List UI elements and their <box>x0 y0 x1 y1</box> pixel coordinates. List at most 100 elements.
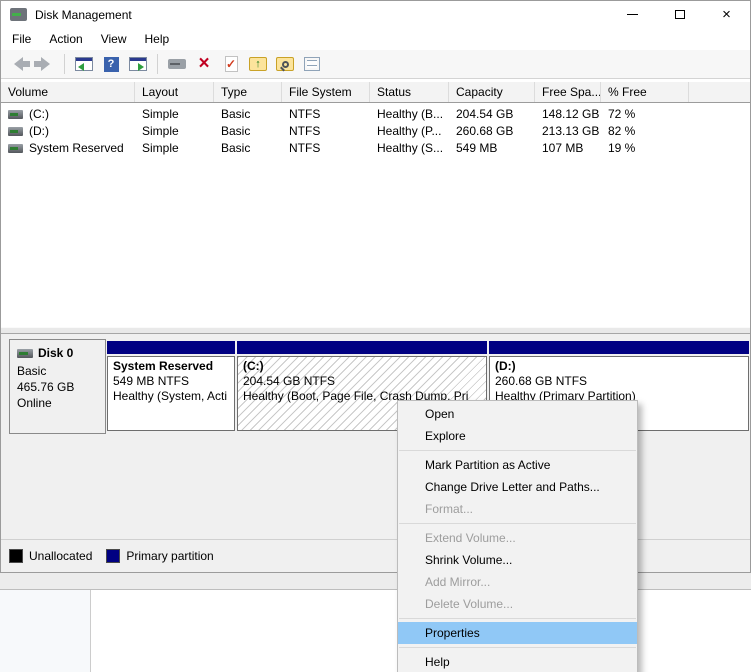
volume-icon <box>8 127 23 136</box>
cell-status: Healthy (B... <box>370 107 449 121</box>
menu-action[interactable]: Action <box>40 29 91 49</box>
back-button[interactable] <box>8 55 28 73</box>
cell-layout: Simple <box>135 107 214 121</box>
menu-separator <box>399 523 636 524</box>
cell-layout: Simple <box>135 124 214 138</box>
back-icon <box>14 57 23 71</box>
cell-free: 107 MB <box>535 141 601 155</box>
forward-button[interactable] <box>35 55 55 73</box>
menu-item-shrink-volume[interactable]: Shrink Volume... <box>398 549 637 571</box>
legend-label-primary: Primary partition <box>126 549 213 563</box>
cell-fs: NTFS <box>282 141 370 155</box>
mark-active-button[interactable]: ✓ <box>221 55 241 73</box>
disk-type: Basic <box>17 363 105 379</box>
table-row-c[interactable]: (C:) Simple Basic NTFS Healthy (B... 204… <box>1 105 750 122</box>
minimize-icon <box>627 14 638 15</box>
cell-pct: 72 % <box>601 107 689 121</box>
toolbar-separator <box>64 54 65 74</box>
folder-up-button[interactable]: ↑ <box>248 55 268 73</box>
cell-layout: Simple <box>135 141 214 155</box>
action-pane-icon <box>129 57 147 71</box>
col-file-system[interactable]: File System <box>282 82 370 102</box>
menu-help[interactable]: Help <box>136 29 179 49</box>
primary-partition-swatch <box>106 549 120 563</box>
menu-item-change-drive-letter[interactable]: Change Drive Letter and Paths... <box>398 476 637 498</box>
col-pct-free[interactable]: % Free <box>601 82 689 102</box>
maximize-button[interactable] <box>656 1 703 28</box>
cell-type: Basic <box>214 124 282 138</box>
drive-tool-button[interactable] <box>167 55 187 73</box>
menu-item-add-mirror: Add Mirror... <box>398 571 637 593</box>
window-title: Disk Management <box>35 8 132 22</box>
menu-item-delete-volume: Delete Volume... <box>398 593 637 615</box>
menu-item-help[interactable]: Help <box>398 651 637 672</box>
background-window <box>0 590 751 672</box>
disk-name: Disk 0 <box>38 345 73 361</box>
table-row-d[interactable]: (D:) Simple Basic NTFS Healthy (P... 260… <box>1 122 750 139</box>
col-capacity[interactable]: Capacity <box>449 82 535 102</box>
partition-context-menu: Open Explore Mark Partition as Active Ch… <box>397 400 638 672</box>
volume-name: (D:) <box>29 124 49 138</box>
volume-icon <box>8 110 23 119</box>
drive-tool-icon <box>168 59 186 69</box>
menubar: File Action View Help <box>1 28 750 50</box>
col-status[interactable]: Status <box>370 82 449 102</box>
partition-system-reserved[interactable]: System Reserved 549 MB NTFS Healthy (Sys… <box>107 341 235 441</box>
properties-button[interactable] <box>302 55 322 73</box>
menu-item-open[interactable]: Open <box>398 403 637 425</box>
partition-color-bar <box>237 341 487 354</box>
menu-item-properties[interactable]: Properties <box>398 622 637 644</box>
partition-color-bar <box>489 341 749 354</box>
close-button[interactable]: × <box>703 1 750 28</box>
partition-size: 204.54 GB NTFS <box>243 374 481 389</box>
menu-view[interactable]: View <box>92 29 136 49</box>
explore-button[interactable] <box>275 55 295 73</box>
menu-file[interactable]: File <box>3 29 40 49</box>
volume-rows: (C:) Simple Basic NTFS Healthy (B... 204… <box>1 103 750 156</box>
menu-item-explore[interactable]: Explore <box>398 425 637 447</box>
partition-status: Healthy (System, Acti <box>113 389 229 404</box>
window-controls: × <box>609 1 750 28</box>
cell-free: 148.12 GB <box>535 107 601 121</box>
disk-management-window: Disk Management × File Action View Help … <box>0 0 751 573</box>
cell-fs: NTFS <box>282 124 370 138</box>
properties-list-icon <box>304 57 320 71</box>
menu-separator <box>399 450 636 451</box>
toolbar-separator <box>157 54 158 74</box>
action-pane-button[interactable] <box>128 55 148 73</box>
table-row-system-reserved[interactable]: System Reserved Simple Basic NTFS Health… <box>1 139 750 156</box>
cell-pct: 19 % <box>601 141 689 155</box>
explore-folder-icon <box>276 57 294 71</box>
cell-status: Healthy (P... <box>370 124 449 138</box>
help-button[interactable]: ? <box>101 55 121 73</box>
disk-status: Online <box>17 395 105 411</box>
minimize-button[interactable] <box>609 1 656 28</box>
col-volume[interactable]: Volume <box>1 82 135 102</box>
titlebar[interactable]: Disk Management × <box>1 1 750 28</box>
toolbar: ? × ✓ ↑ <box>1 50 750 79</box>
col-free-space[interactable]: Free Spa... <box>535 82 601 102</box>
disk0-header[interactable]: Disk 0 Basic 465.76 GB Online <box>9 339 106 434</box>
volume-icon <box>8 144 23 153</box>
console-tree-button[interactable] <box>74 55 94 73</box>
folder-up-icon: ↑ <box>249 57 267 71</box>
close-icon: × <box>722 10 731 20</box>
delete-volume-icon: × <box>198 56 209 72</box>
menu-item-format: Format... <box>398 498 637 520</box>
disk-icon <box>17 349 33 358</box>
col-layout[interactable]: Layout <box>135 82 214 102</box>
delete-volume-button[interactable]: × <box>194 55 214 73</box>
cell-capacity: 549 MB <box>449 141 535 155</box>
col-type[interactable]: Type <box>214 82 282 102</box>
magnifier-icon <box>282 61 289 68</box>
partition-size: 549 MB NTFS <box>113 374 229 389</box>
cell-capacity: 204.54 GB <box>449 107 535 121</box>
disk-size: 465.76 GB <box>17 379 105 395</box>
cell-fs: NTFS <box>282 107 370 121</box>
pane-splitter[interactable] <box>1 327 750 334</box>
help-icon: ? <box>104 57 119 72</box>
menu-item-mark-partition-active[interactable]: Mark Partition as Active <box>398 454 637 476</box>
forward-icon <box>41 57 50 71</box>
partition-name: (D:) <box>495 359 743 374</box>
screen: Disk Management × File Action View Help … <box>0 0 751 672</box>
